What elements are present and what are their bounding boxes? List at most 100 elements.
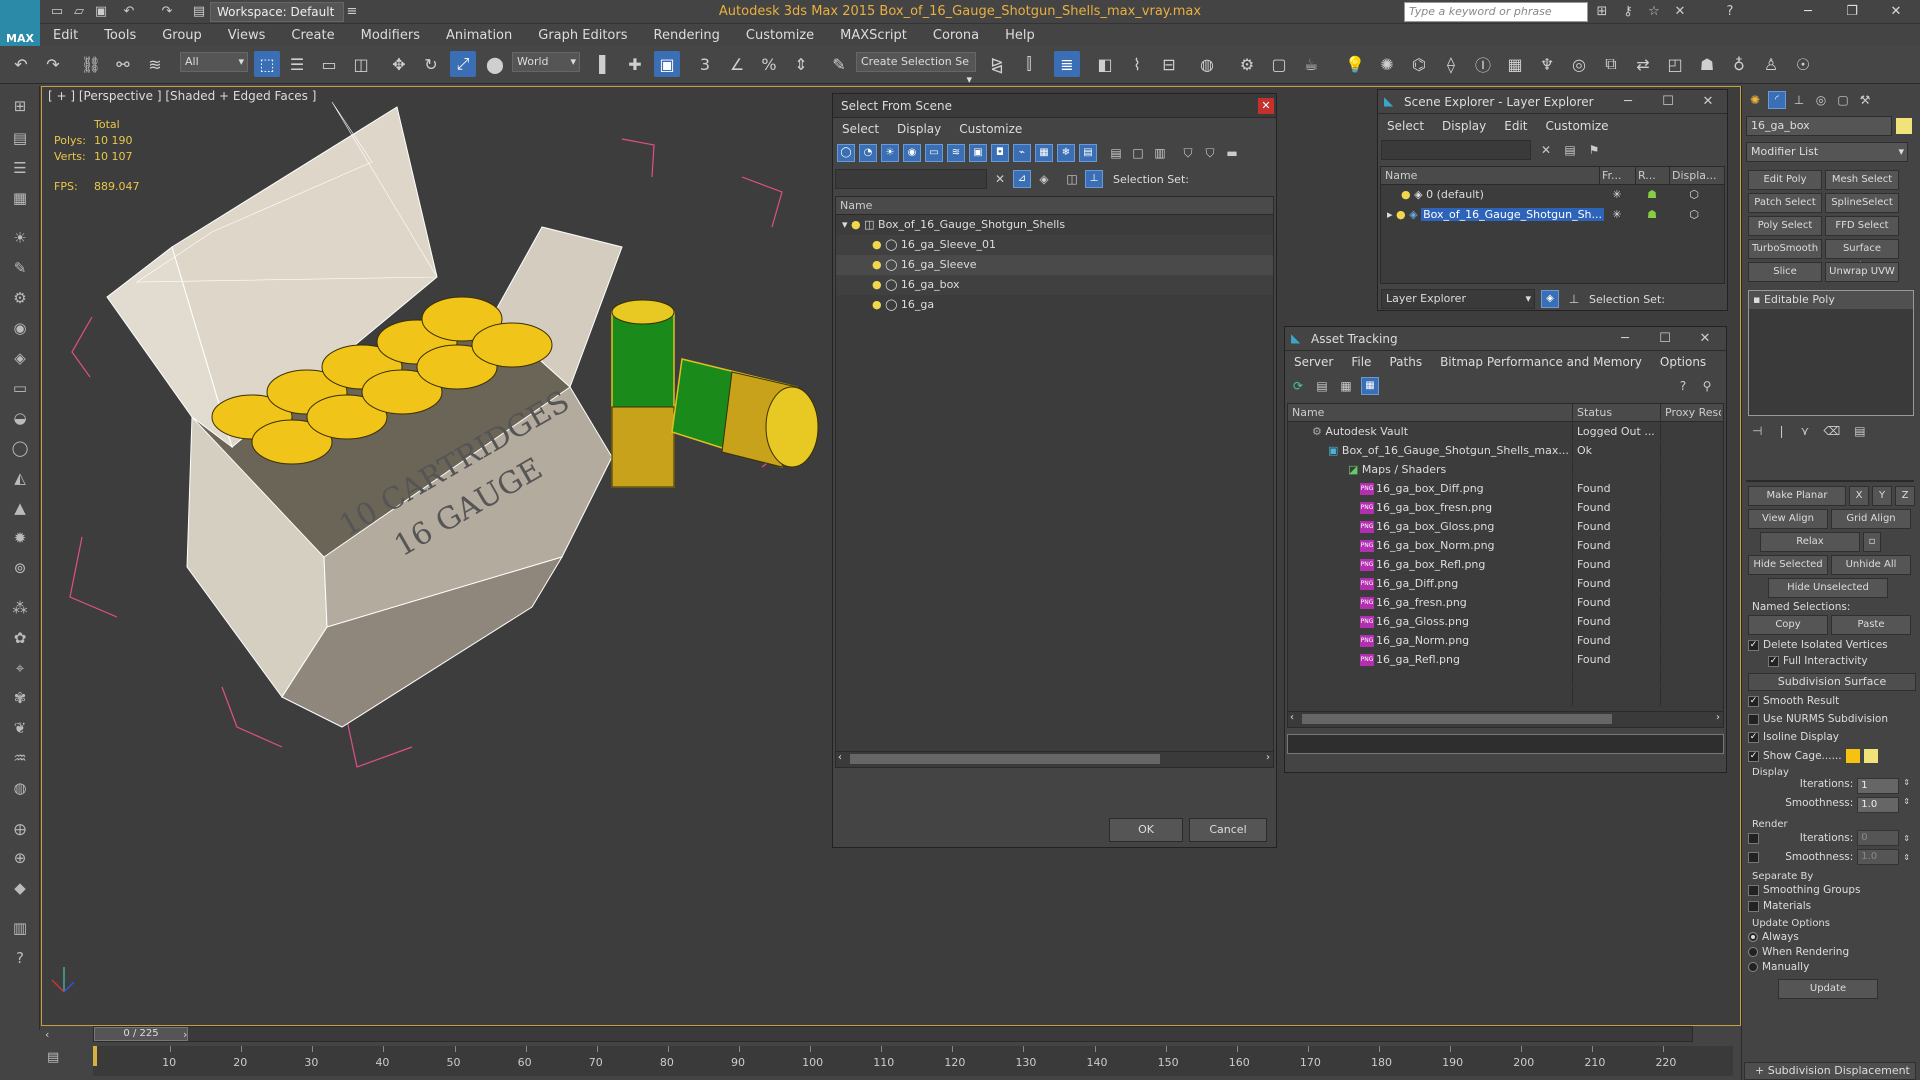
materials-checkbox[interactable]: Materials [1748, 900, 1916, 912]
paste-button[interactable]: Paste [1831, 615, 1911, 635]
tree-view-icon[interactable]: ▦ [1337, 377, 1355, 395]
update-button[interactable]: Update [1778, 979, 1878, 999]
planar-z-button[interactable]: Z [1895, 486, 1915, 506]
close-button[interactable]: ✕ [1685, 327, 1725, 351]
maximize-button[interactable]: ☐ [1645, 327, 1685, 351]
time-slider[interactable]: 0 / 225 [93, 1026, 1693, 1042]
menu-graph-editors[interactable]: Graph Editors [525, 28, 640, 43]
visibility-bulb-icon[interactable]: ● [851, 218, 861, 231]
cage-color-swatch-2[interactable] [1863, 749, 1878, 763]
hide-selected-button[interactable]: Hide Selected [1748, 555, 1828, 575]
column-header-name[interactable]: Name [836, 197, 1273, 215]
layer-icon[interactable]: ▤ [6, 126, 34, 150]
display-tab-icon[interactable]: ▢ [1834, 91, 1852, 109]
tree-row-sleeve[interactable]: ● ◯ 16_ga_Sleeve [836, 255, 1273, 275]
asset-row-png[interactable]: PNG 16_ga_Norm.png Found [1288, 631, 1723, 650]
asset-row-png[interactable]: PNG 16_ga_box_fresn.png Found [1288, 498, 1723, 517]
radio-unselected[interactable] [1748, 947, 1758, 957]
new-file-icon[interactable]: ▭ [48, 3, 66, 21]
select-manipulate-icon[interactable]: ✚ [622, 51, 648, 77]
menu-animation[interactable]: Animation [433, 28, 525, 43]
column-header-frozen[interactable]: Fr... [1599, 167, 1635, 184]
redo-icon[interactable]: ↷ [40, 51, 66, 77]
show-end-result-icon[interactable]: ❘ [1776, 424, 1786, 438]
grid-align-button[interactable]: Grid Align [1831, 509, 1911, 529]
freeze-icon[interactable]: ✳ [1599, 185, 1635, 205]
light-icon[interactable]: ☀ [6, 226, 34, 250]
display-hidden-icon[interactable]: ▤ [1079, 144, 1097, 162]
menu-edit[interactable]: Edit [40, 28, 91, 43]
render-smoothness-spinner[interactable]: 1.0 [1857, 849, 1900, 865]
relax-button[interactable]: Relax [1760, 532, 1860, 552]
refresh-icon[interactable]: ⟳ [1289, 377, 1307, 395]
clear-search-icon[interactable]: ✕ [1537, 141, 1555, 159]
search-input[interactable]: Type a keyword or phrase [1404, 2, 1588, 22]
teapot-icon[interactable]: ☗ [1694, 51, 1720, 77]
key-icon[interactable]: ⚷ [1618, 3, 1638, 21]
ok-button[interactable]: OK [1109, 818, 1183, 842]
hierarchy-tab-icon[interactable]: ⊥ [1790, 91, 1808, 109]
copy-button[interactable]: Copy [1748, 615, 1828, 635]
space-warp-icon[interactable]: ✾ [6, 686, 34, 710]
asset-row-max-file[interactable]: ▣ Box_of_16_Gauge_Shotgun_Shells_max... O… [1288, 441, 1723, 460]
menu-tools[interactable]: Tools [91, 28, 149, 43]
undo-icon[interactable]: ↶ [8, 51, 34, 77]
poly-select-button[interactable]: Poly Select [1748, 216, 1822, 236]
curve-editor-icon[interactable]: ⌇ [1124, 51, 1150, 77]
horizontal-scrollbar[interactable]: ‹ › [1288, 711, 1723, 727]
view-align-button[interactable]: View Align [1748, 509, 1828, 529]
filter-options-icon[interactable]: ⛉ [1201, 144, 1219, 162]
material-editor-icon[interactable]: ◍ [1194, 51, 1220, 77]
display-cube-icon[interactable]: ⬡ [1669, 205, 1719, 225]
slice-button[interactable]: Slice [1748, 262, 1822, 282]
display-xrefs-icon[interactable]: ◘ [991, 144, 1009, 162]
menu-views[interactable]: Views [215, 28, 279, 43]
scroll-left-icon[interactable]: ‹ [838, 752, 842, 763]
horizontal-scrollbar[interactable]: ‹ › [836, 751, 1273, 767]
column-header-name[interactable]: Name [1381, 167, 1599, 184]
manually-radio[interactable]: Manually [1748, 961, 1916, 973]
expand-arrow-icon[interactable]: ▸ [1387, 208, 1393, 221]
menu-customize[interactable]: Customize [950, 122, 1031, 136]
hierarchy-icon[interactable]: ⊥ [1085, 170, 1103, 188]
fur-icon[interactable]: ♆ [1534, 51, 1560, 77]
stack-item-editable-poly[interactable]: ▪ Editable Poly [1749, 291, 1913, 309]
checkbox-checked[interactable]: ✓ [1748, 639, 1759, 651]
visibility-bulb-icon[interactable]: ● [1396, 208, 1406, 221]
object-name-input[interactable]: 16_ga_box [1746, 116, 1892, 136]
render-teapot-icon[interactable]: ☗ [1635, 205, 1669, 225]
smooth-result-checkbox[interactable]: ✓ Smooth Result [1748, 695, 1916, 707]
paint-icon[interactable]: ✿ [6, 626, 34, 650]
display-geometry-icon[interactable]: ◯ [837, 144, 855, 162]
relax-settings-icon[interactable]: ▫ [1863, 532, 1881, 552]
scale-icon[interactable]: ⤢ [450, 51, 476, 77]
schematic-view-icon[interactable]: ⊟ [1156, 51, 1182, 77]
mirror-icon[interactable]: ⧎ [984, 51, 1010, 77]
frame-buffer-icon[interactable]: ⧉ [1598, 51, 1624, 77]
planar-y-button[interactable]: Y [1872, 486, 1892, 506]
place-icon[interactable]: ⬤ [482, 51, 508, 77]
brush-icon[interactable]: ✎ [6, 256, 34, 280]
tree-row-box[interactable]: ● ◯ 16_ga_box [836, 275, 1273, 295]
previous-frame-icon[interactable]: ‹ [45, 1028, 49, 1041]
hierarchy-icon[interactable]: ⊥ [1565, 290, 1583, 308]
configure-sets-icon[interactable]: ▤ [1854, 424, 1865, 438]
show-cage-checkbox[interactable]: ✓ Show Cage...... [1748, 749, 1916, 763]
hair-icon[interactable]: ♒ [6, 746, 34, 770]
globe-icon[interactable]: 🜨 [6, 816, 34, 840]
add-to-layer-icon[interactable]: ⚑ [1585, 141, 1603, 159]
ffd-select-button[interactable]: FFD Select [1825, 216, 1899, 236]
display-smoothness-spinner[interactable]: 1.0 [1857, 797, 1900, 813]
bitmap-icon[interactable]: ▦ [1502, 51, 1528, 77]
remove-modifier-icon[interactable]: ⌫ [1823, 424, 1840, 438]
time-ruler[interactable]: 10 20 30 40 50 60 70 80 90 100 110 120 130 140 150 160 1… [93, 1046, 1733, 1076]
subdivision-displacement-rollout[interactable]: + Subdivision Displacement [1744, 1062, 1916, 1080]
toggle-scene-explorer-icon[interactable]: ≣ [1054, 51, 1080, 77]
checkbox-unchecked[interactable] [1748, 713, 1759, 725]
asset-path-field[interactable] [1287, 734, 1724, 754]
corona-icon[interactable]: ◰ [1662, 51, 1688, 77]
menu-bitmap-performance[interactable]: Bitmap Performance and Memory [1431, 355, 1651, 369]
utilities-tab-icon[interactable]: ⚒ [1856, 91, 1874, 109]
plant-icon[interactable]: ❦ [6, 716, 34, 740]
render-iterations-spinner[interactable]: 0 [1857, 830, 1900, 846]
